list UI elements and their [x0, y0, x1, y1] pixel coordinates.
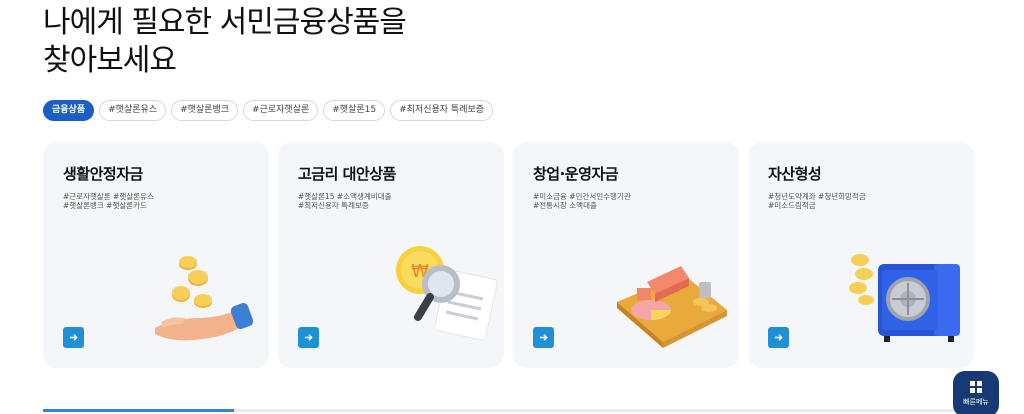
go-button[interactable] — [298, 327, 319, 348]
headline-line-1: 나에게 필요한 서민금융상품을 — [43, 5, 407, 40]
arrow-right-icon — [539, 334, 548, 341]
arrow-right-icon — [304, 334, 313, 341]
card-tag-line: #햇살론15 #소액생계비대출 — [298, 192, 392, 201]
tag-sunshine-youth[interactable]: #햇살론유스 — [99, 100, 167, 121]
quick-menu-button[interactable]: 빠른메뉴 — [953, 371, 999, 414]
go-button[interactable] — [768, 327, 789, 348]
card-tag-line: #최저신용자 특례보증 — [298, 201, 369, 210]
headline-line-2: 찾아보세요 — [43, 43, 177, 78]
card-tags: #햇살론15 #소액생계비대출 #최저신용자 특례보증 — [298, 192, 448, 210]
arrow-right-icon — [69, 334, 78, 341]
card-title: 자산형성 — [768, 165, 822, 183]
grid-icon — [970, 381, 982, 393]
go-button[interactable] — [63, 327, 84, 348]
card-title: 생활안정자금 — [63, 165, 143, 183]
page-headline: 나에게 필요한 서민금융상품을 찾아보세요 — [43, 4, 407, 80]
card-tag-line: #청년도약계좌 #청년희망적금 — [768, 192, 866, 201]
card-tag-line: #근로자햇살론 #햇살론유스 — [63, 192, 154, 201]
tag-worker-sunshine[interactable]: #근로자햇살론 — [243, 100, 319, 121]
product-card-list: 생활안정자금 #근로자햇살론 #햇살론유스 #햇살론뱅크 #햇살론카드 고금리 … — [43, 142, 974, 368]
product-card-high-interest-alternative[interactable]: 고금리 대안상품 #햇살론15 #소액생계비대출 #최저신용자 특례보증 ₩ — [278, 142, 504, 368]
arrow-right-icon — [774, 334, 783, 341]
card-tag-line: #미소드림적금 — [768, 201, 816, 210]
product-card-business-funds[interactable]: 창업·운영자금 #미소금융 #민간서민수행기관 #전통시장 소액대출 — [513, 142, 739, 368]
product-card-living-stability[interactable]: 생활안정자금 #근로자햇살론 #햇살론유스 #햇살론뱅크 #햇살론카드 — [43, 142, 269, 368]
card-tag-line: #햇살론뱅크 #햇살론카드 — [63, 201, 147, 210]
go-button[interactable] — [533, 327, 554, 348]
card-title: 창업·운영자금 — [533, 165, 619, 183]
tag-lowest-credit-guarantee[interactable]: #최저신용자 특례보증 — [390, 100, 494, 121]
tag-sunshine-bank[interactable]: #햇살론뱅크 — [171, 100, 239, 121]
card-tag-line: #미소금융 #민간서민수행기관 — [533, 192, 631, 201]
tag-list: 금융상품 #햇살론유스 #햇살론뱅크 #근로자햇살론 #햇살론15 #최저신용자… — [43, 100, 494, 121]
product-card-asset-building[interactable]: 자산형성 #청년도약계좌 #청년희망적금 #미소드림적금 — [748, 142, 974, 368]
card-tag-line: #전통시장 소액대출 — [533, 201, 597, 210]
quick-menu-label: 빠른메뉴 — [963, 398, 989, 406]
tag-financial-products[interactable]: 금융상품 — [43, 100, 95, 121]
tag-sunshine-15[interactable]: #햇살론15 — [323, 100, 386, 121]
carousel-progress-bar — [43, 409, 973, 412]
card-tags: #청년도약계좌 #청년희망적금 #미소드림적금 — [768, 192, 918, 210]
card-tags: #근로자햇살론 #햇살론유스 #햇살론뱅크 #햇살론카드 — [63, 192, 213, 210]
svg-text:₩: ₩ — [411, 261, 429, 282]
card-title: 고금리 대안상품 — [298, 165, 396, 183]
carousel-progress-fill — [43, 409, 234, 412]
card-tags: #미소금융 #민간서민수행기관 #전통시장 소액대출 — [533, 192, 683, 210]
